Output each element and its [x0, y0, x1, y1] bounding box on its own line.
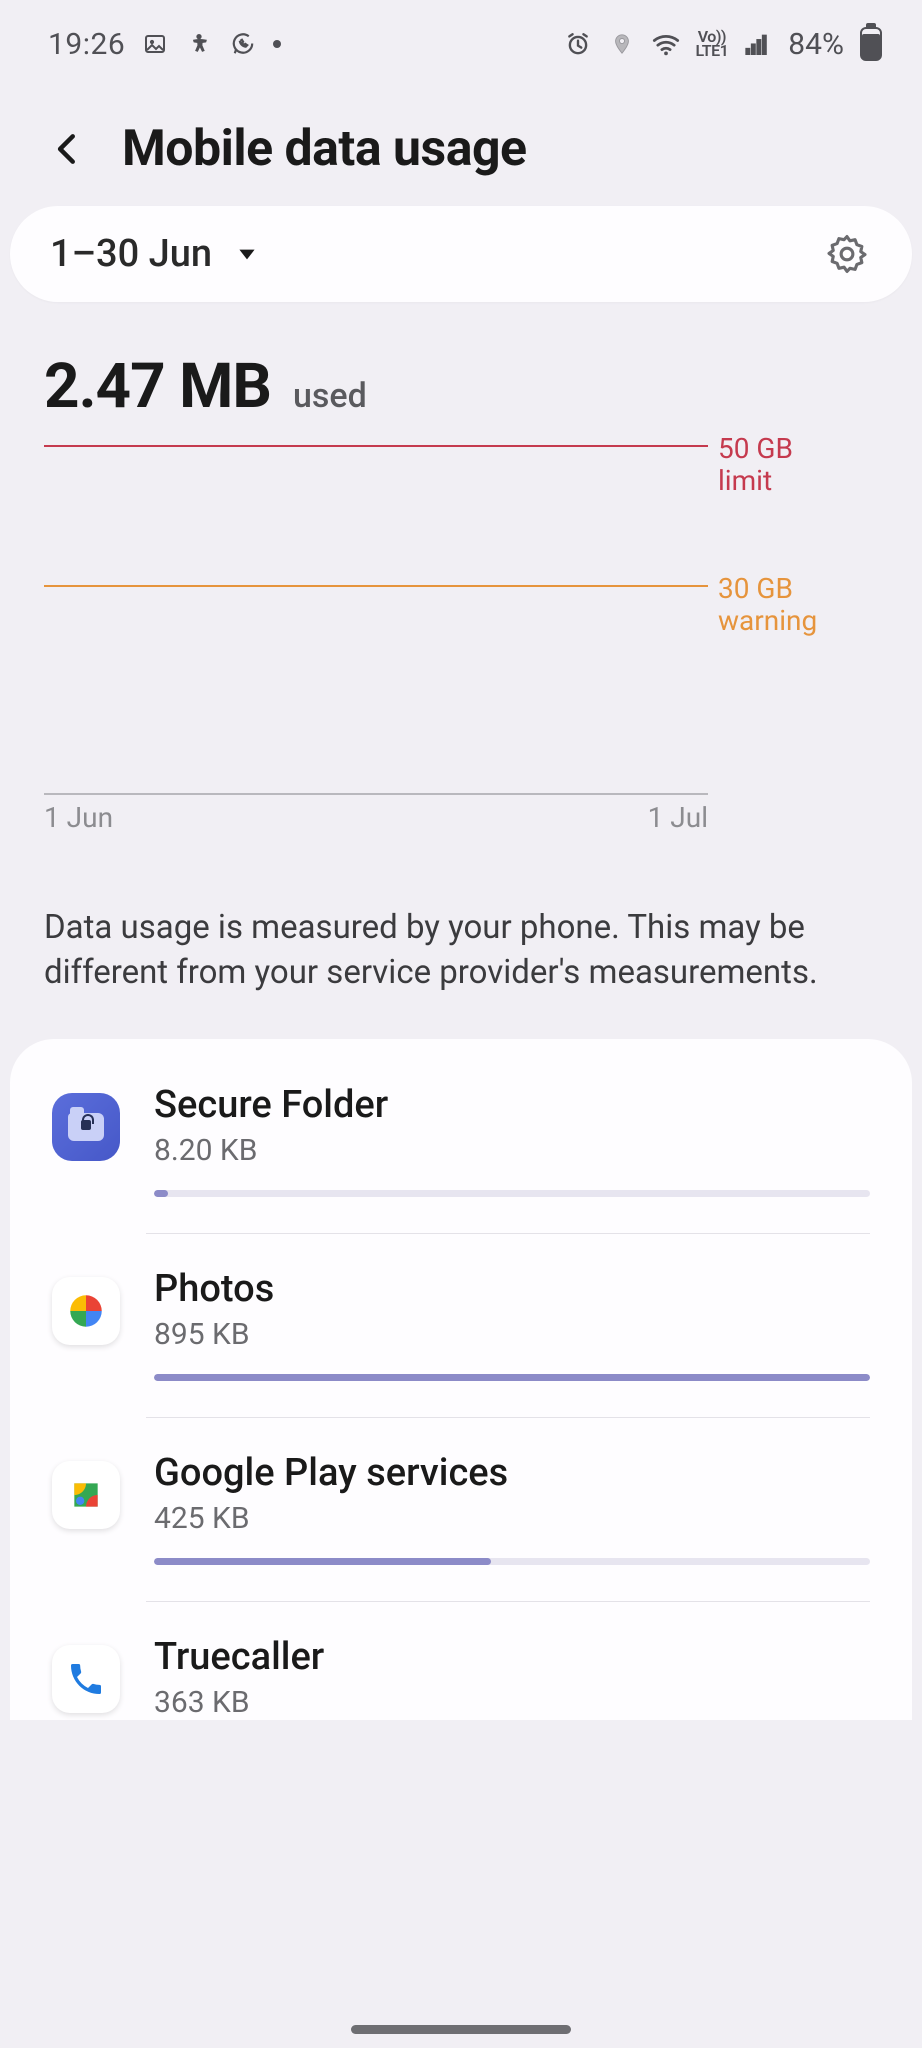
settings-button[interactable] [822, 229, 872, 279]
dropdown-triangle-icon [234, 241, 260, 267]
accessibility-icon [185, 30, 213, 58]
status-bar: 19:26 Vo)) LTE1 84% [0, 0, 922, 70]
alarm-icon [564, 30, 592, 58]
app-row-truecaller[interactable]: Truecaller 363 KB [10, 1601, 912, 1720]
app-usage-bar [154, 1374, 870, 1381]
signal-icon [744, 30, 772, 58]
usage-total-value: 2.47 MB [44, 350, 271, 423]
whatsapp-icon [229, 30, 257, 58]
status-time: 19:26 [48, 27, 125, 62]
warning-line [44, 585, 708, 587]
app-usage-list: Secure Folder 8.20 KB Photos 895 KB [10, 1039, 912, 1720]
play-services-icon [52, 1461, 120, 1529]
secure-folder-icon [52, 1093, 120, 1161]
app-name: Google Play services [154, 1451, 870, 1495]
warning-label: 30 GB warning [718, 573, 878, 637]
axis-end: 1 Jul [648, 801, 708, 834]
truecaller-icon [52, 1645, 120, 1713]
app-usage: 363 KB [154, 1685, 870, 1720]
baseline-line [44, 793, 708, 795]
chevron-left-icon [49, 130, 87, 168]
battery-icon [860, 27, 882, 61]
limit-label: 50 GB limit [718, 433, 878, 497]
app-name: Photos [154, 1267, 870, 1311]
usage-total-word: used [293, 376, 367, 416]
app-row-photos[interactable]: Photos 895 KB [10, 1233, 912, 1417]
photos-icon [52, 1277, 120, 1345]
disclaimer-text: Data usage is measured by your phone. Th… [0, 864, 922, 1039]
usage-chart[interactable]: 50 GB limit 30 GB warning [44, 445, 878, 795]
page-title: Mobile data usage [122, 120, 527, 178]
app-usage-bar [154, 1558, 870, 1565]
notification-dot-icon [273, 40, 281, 48]
back-button[interactable] [44, 125, 92, 173]
gear-icon [825, 232, 869, 276]
chart-x-axis: 1 Jun 1 Jul [44, 801, 878, 834]
wifi-icon [652, 30, 680, 58]
app-row-google-play-services[interactable]: Google Play services 425 KB [10, 1417, 912, 1601]
app-usage: 895 KB [154, 1317, 870, 1352]
volte-icon: Vo)) LTE1 [696, 30, 729, 58]
home-indicator[interactable] [351, 2025, 571, 2034]
axis-start: 1 Jun [44, 801, 113, 834]
app-name: Secure Folder [154, 1083, 870, 1127]
period-selector-card: 1–30 Jun [10, 206, 912, 302]
period-dropdown[interactable]: 1–30 Jun [50, 232, 260, 276]
app-usage: 8.20 KB [154, 1133, 870, 1168]
picture-icon [141, 30, 169, 58]
app-usage: 425 KB [154, 1501, 870, 1536]
battery-text: 84% [788, 27, 844, 62]
usage-summary: 2.47 MB used 50 GB limit 30 GB warning 1… [0, 326, 922, 864]
app-row-secure-folder[interactable]: Secure Folder 8.20 KB [10, 1049, 912, 1233]
location-icon [608, 30, 636, 58]
app-name: Truecaller [154, 1635, 870, 1679]
header: Mobile data usage [0, 70, 922, 206]
period-label: 1–30 Jun [50, 232, 212, 276]
app-usage-bar [154, 1190, 870, 1197]
limit-line [44, 445, 708, 447]
